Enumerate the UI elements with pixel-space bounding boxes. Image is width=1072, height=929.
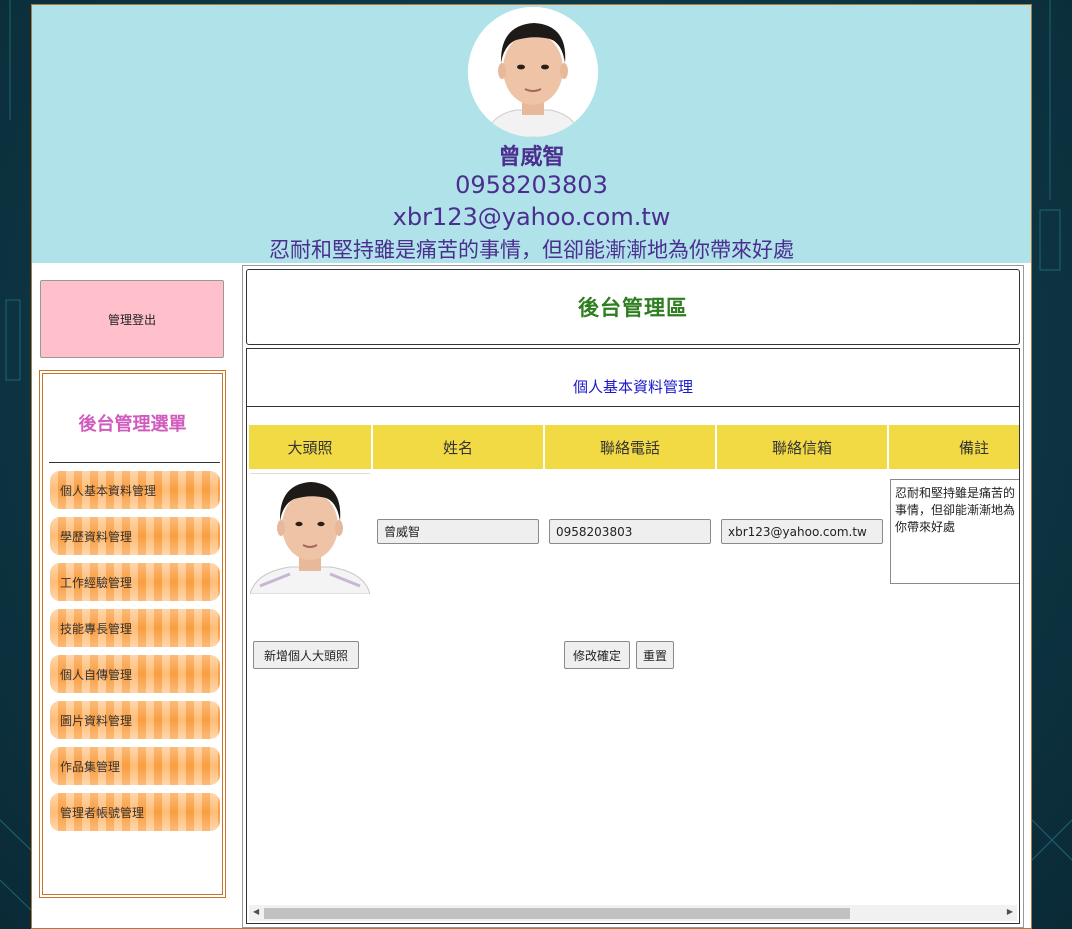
scrollbar-thumb[interactable] [264,908,850,919]
admin-menu: 後台管理選單 個人基本資料管理 學歷資料管理 工作經驗管理 技能專長管理 個人自… [39,370,226,898]
profile-motto: 忍耐和堅持雖是痛苦的事情，但卻能漸漸地為你帶來好處 [269,238,794,262]
phone-input[interactable] [549,519,711,544]
menu-item-basic-info[interactable]: 個人基本資料管理 [50,471,220,509]
menu-item-images[interactable]: 圖片資料管理 [50,701,220,739]
menu-title: 後台管理選單 [78,414,187,435]
profile-photo [250,473,370,594]
confirm-button[interactable]: 修改確定 [564,641,630,669]
column-header-phone: 聯絡電話 [545,425,715,469]
menu-item-work-experience[interactable]: 工作經驗管理 [50,563,220,601]
name-input[interactable] [377,519,539,544]
main-title-box: 後台管理區 [246,269,1020,345]
menu-divider [49,462,220,463]
horizontal-scrollbar[interactable]: ◀ ▶ [249,905,1017,921]
menu-item-skills[interactable]: 技能專長管理 [50,609,220,647]
section-title: 個人基本資料管理 [572,378,693,396]
column-header-email: 聯絡信箱 [717,425,887,469]
section-divider [247,406,1019,407]
column-header-photo: 大頭照 [249,425,371,469]
main-title: 後台管理區 [578,296,688,320]
page-container: 曾威智 0958203803 xbr123@yahoo.com.tw 忍耐和堅持… [31,4,1032,929]
email-input[interactable] [721,519,883,544]
profile-email: xbr123@yahoo.com.tw [392,203,671,231]
scroll-right-arrow-icon[interactable]: ▶ [1007,907,1013,916]
profile-avatar [468,7,598,137]
profile-header: 曾威智 0958203803 xbr123@yahoo.com.tw 忍耐和堅持… [32,5,1031,263]
column-header-name: 姓名 [373,425,543,469]
menu-item-autobiography[interactable]: 個人自傳管理 [50,655,220,693]
main-panel: 後台管理區 個人基本資料管理 大頭照 姓名 聯絡電話 聯絡信箱 備註 曾威智 0… [242,265,1024,928]
menu-item-portfolio[interactable]: 作品集管理 [50,747,220,785]
menu-item-education[interactable]: 學歷資料管理 [50,517,220,555]
logout-button[interactable]: 管理登出 [40,280,224,358]
content-box[interactable]: 個人基本資料管理 大頭照 姓名 聯絡電話 聯絡信箱 備註 曾威智 0958203… [246,348,1020,924]
column-header-note: 備註 [889,425,1019,469]
menu-item-admin-accounts[interactable]: 管理者帳號管理 [50,793,220,831]
add-photo-button[interactable]: 新增個人大頭照 [253,641,359,669]
scroll-left-arrow-icon[interactable]: ◀ [253,907,259,916]
reset-button[interactable]: 重置 [636,641,674,669]
profile-phone: 0958203803 [455,171,608,199]
profile-name: 曾威智 [498,145,565,170]
note-textarea[interactable]: 忍耐和堅持雖是痛苦的事情，但卻能漸漸地為你帶來好處 [890,479,1019,584]
admin-menu-inner: 後台管理選單 個人基本資料管理 學歷資料管理 工作經驗管理 技能專長管理 個人自… [42,373,223,895]
